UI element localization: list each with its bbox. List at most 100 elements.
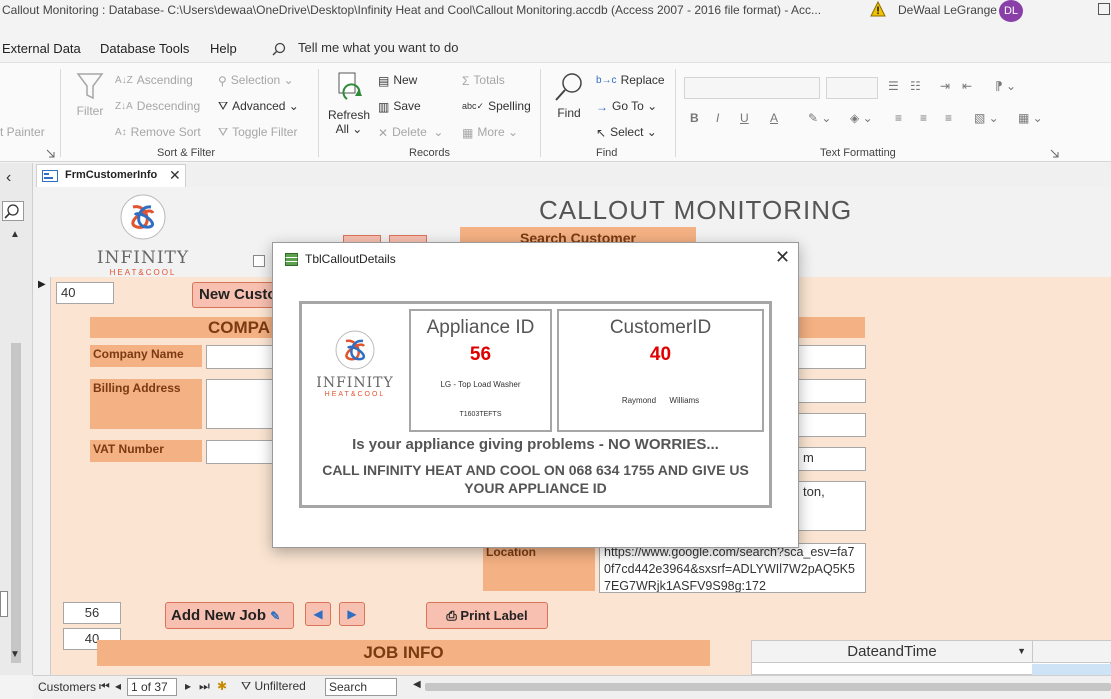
customer-id-input[interactable]: 40 — [56, 282, 114, 304]
underline-button[interactable]: U — [740, 111, 749, 125]
company-name-input[interactable] — [206, 345, 276, 369]
align-right-button[interactable]: ≡ — [945, 111, 952, 125]
selection-button[interactable]: ⚲ Selection ⌄ — [218, 73, 294, 88]
replace-button[interactable]: b→c Replace — [596, 73, 665, 87]
increase-indent-button[interactable]: ⇥ — [940, 79, 950, 93]
decrease-indent-button[interactable]: ⇤ — [962, 79, 972, 93]
format-painter-button[interactable]: t Painter — [0, 125, 45, 139]
remove-sort-button[interactable]: A↕ Remove Sort — [115, 125, 201, 139]
menu-database-tools[interactable]: Database Tools — [100, 41, 189, 56]
close-icon[interactable]: ✕ — [775, 247, 790, 268]
add-new-job-button[interactable]: Add New Job ✎ — [165, 602, 294, 629]
more-icon: ▦ — [462, 125, 474, 140]
delete-button[interactable]: ✕ Delete ⌄ — [378, 125, 443, 140]
align-left-button[interactable]: ≡ — [895, 111, 902, 125]
numbering-button[interactable]: ☷ — [910, 79, 921, 93]
advanced-button[interactable]: ⛛ Advanced ⌄ — [218, 99, 299, 114]
right-field-1[interactable] — [798, 345, 866, 369]
appliance-id-input[interactable]: 56 — [63, 602, 121, 624]
selected-cell[interactable] — [1032, 664, 1111, 675]
save-button[interactable]: ▥ Save — [378, 99, 421, 114]
nav-scroll-box[interactable] — [0, 591, 8, 617]
fill-color-button[interactable]: ◈ ⌄ — [850, 111, 873, 125]
scroll-up-icon[interactable]: ▲ — [10, 229, 20, 240]
unfiltered-button[interactable]: ⛛ Unfiltered — [241, 679, 306, 694]
right-field-3[interactable] — [798, 413, 866, 437]
font-name-dropdown[interactable] — [684, 77, 820, 99]
page-title: CALLOUT MONITORING — [539, 195, 853, 225]
new-record-button[interactable]: ▤ New — [378, 73, 417, 88]
scroll-left-icon[interactable]: ◀ — [413, 679, 421, 690]
align-left-icon: ≡ — [895, 111, 903, 125]
menu-external-data[interactable]: External Data — [2, 41, 81, 56]
next-job-button[interactable]: ▶ — [339, 602, 365, 626]
document-tab-bar — [33, 163, 1111, 187]
bold-button[interactable]: B — [690, 111, 699, 125]
more-button[interactable]: ▦ More ⌄ — [462, 125, 518, 140]
first-record-button[interactable]: ⏮ — [99, 679, 110, 694]
toggle-filter-button[interactable]: ⛛ Toggle Filter — [218, 125, 297, 140]
filter-icon — [76, 73, 104, 100]
restore-icon[interactable] — [1098, 3, 1110, 15]
object-label: Customers — [38, 680, 97, 694]
ribbon-separator — [540, 69, 541, 157]
location-input[interactable]: https://www.google.com/search?sca_esv=fa… — [599, 543, 866, 593]
user-name[interactable]: DeWaal LeGrange — [898, 3, 997, 17]
filter-button[interactable]: Filter — [75, 71, 105, 118]
billing-address-input[interactable] — [206, 379, 276, 429]
record-search-input[interactable]: Search — [325, 678, 397, 696]
bullets-button[interactable]: ☰ — [888, 79, 899, 93]
descending-button[interactable]: Z↓A Descending — [115, 99, 200, 113]
jobs-datasheet[interactable]: DateandTime ▼ — [751, 640, 1111, 675]
nav-search-button[interactable] — [2, 201, 24, 221]
last-record-button[interactable]: ⏭ — [199, 679, 210, 694]
new-record-icon: ▤ — [378, 73, 390, 88]
highlighter-icon: ✎ — [808, 111, 819, 125]
chevron-left-icon[interactable]: ‹ — [6, 169, 11, 187]
find-button[interactable]: Find — [552, 71, 586, 120]
sort-ascending-icon: A↓Z — [115, 75, 133, 87]
chevron-down-icon[interactable]: ▼ — [1017, 646, 1026, 656]
select-button[interactable]: ↖ Select ⌄ — [596, 125, 657, 140]
warning-icon[interactable] — [870, 1, 886, 17]
menu-help[interactable]: Help — [210, 41, 237, 56]
nav-scrollbar-thumb[interactable] — [11, 343, 21, 663]
next-record-button[interactable]: ▸ — [185, 679, 191, 693]
new-record-nav-button[interactable]: ✱ — [217, 679, 227, 693]
close-icon[interactable]: ✕ — [169, 167, 181, 184]
ascending-button[interactable]: A↓Z Ascending — [115, 73, 193, 87]
scroll-down-icon[interactable]: ▼ — [10, 649, 20, 660]
spelling-button[interactable]: abc✓ Spelling — [462, 99, 531, 113]
refresh-all-button[interactable]: Refresh All ⌄ — [327, 71, 371, 136]
previous-job-button[interactable]: ◀ — [305, 602, 331, 626]
previous-record-button[interactable]: ◂ — [115, 679, 121, 693]
dialog-launcher-icon[interactable] — [1050, 149, 1059, 158]
align-center-button[interactable]: ≡ — [920, 111, 927, 125]
dialog-launcher-icon[interactable] — [46, 149, 55, 158]
horizontal-scrollbar[interactable] — [425, 683, 1111, 691]
right-field-2[interactable] — [798, 379, 866, 403]
right-field-4[interactable]: m — [798, 447, 866, 471]
record-position-input[interactable]: 1 of 37 — [127, 678, 177, 696]
avatar[interactable]: DL — [999, 0, 1023, 22]
totals-button[interactable]: Σ Totals — [462, 73, 505, 88]
next-column-header[interactable] — [1032, 641, 1111, 663]
paragraph-direction-button[interactable]: ⁋ ⌄ — [995, 79, 1016, 93]
go-to-button[interactable]: → Go To ⌄ — [596, 99, 657, 114]
navigation-pane-collapsed[interactable]: ‹ ▲ ▼ — [0, 163, 33, 675]
right-field-5[interactable]: ton, — [798, 481, 866, 531]
vat-number-input[interactable] — [206, 440, 276, 464]
refresh-small-icon[interactable] — [253, 255, 265, 267]
italic-button[interactable]: I — [716, 111, 719, 125]
alternate-row-color-button[interactable]: ▦ ⌄ — [1018, 111, 1043, 125]
dateandtime-column-header[interactable]: DateandTime ▼ — [752, 641, 1032, 663]
tell-me-search[interactable]: Tell me what you want to do — [272, 40, 458, 56]
record-selector[interactable]: ▶ — [33, 277, 51, 675]
selection-label: Selection — [230, 73, 281, 87]
print-label-button[interactable]: ⎙ Print Label — [426, 602, 548, 629]
font-size-dropdown[interactable] — [826, 77, 878, 99]
font-color-button[interactable]: A — [770, 111, 778, 125]
tab-frmcustomerinfo[interactable]: FrmCustomerInfo ✕ — [36, 164, 186, 187]
highlight-button[interactable]: ✎ ⌄ — [808, 111, 831, 125]
gridlines-button[interactable]: ▧ ⌄ — [974, 111, 999, 125]
